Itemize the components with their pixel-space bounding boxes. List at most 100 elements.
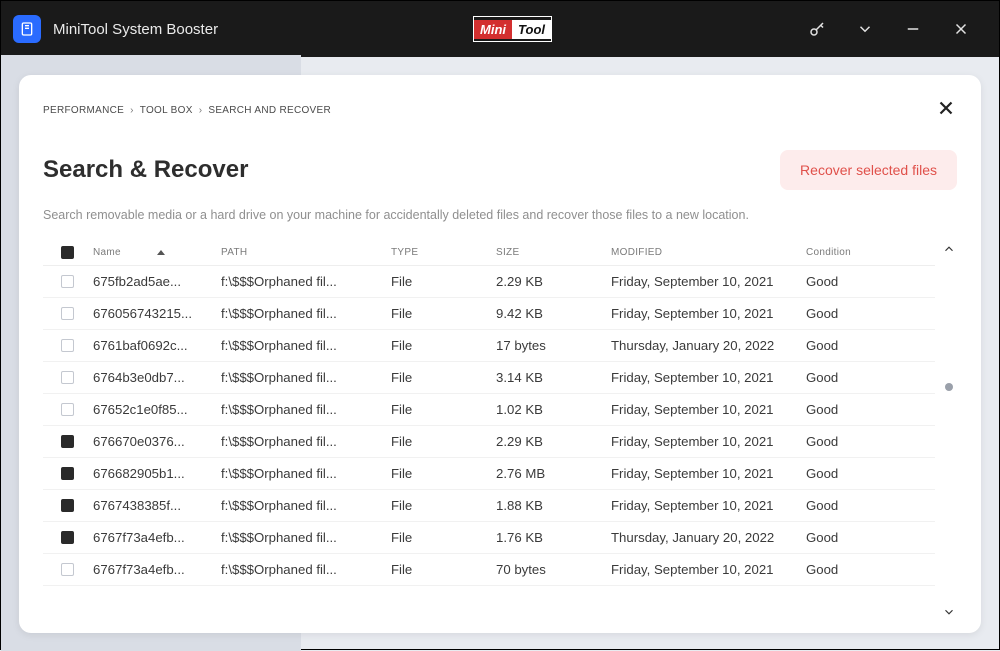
cell-condition: Good xyxy=(806,530,916,545)
cell-modified: Friday, September 10, 2021 xyxy=(611,370,806,385)
table-row[interactable]: 67652c1e0f85...f:\$$$Orphaned fil...File… xyxy=(43,394,935,426)
cell-name: 6767f73a4efb... xyxy=(91,562,221,577)
brand-left: Mini xyxy=(474,20,512,39)
stage: PERFORMANCE › TOOL BOX › SEARCH AND RECO… xyxy=(1,57,999,651)
cell-type: File xyxy=(391,402,496,417)
cell-type: File xyxy=(391,562,496,577)
row-checkbox[interactable] xyxy=(61,371,74,384)
col-path[interactable]: PATH xyxy=(221,247,391,258)
col-type[interactable]: TYPE xyxy=(391,247,496,258)
sort-asc-icon xyxy=(157,250,165,255)
col-condition[interactable]: Condition xyxy=(806,247,916,258)
cell-condition: Good xyxy=(806,434,916,449)
breadcrumb: PERFORMANCE › TOOL BOX › SEARCH AND RECO… xyxy=(43,105,331,116)
page-description: Search removable media or a hard drive o… xyxy=(43,208,957,222)
col-modified[interactable]: MODIFIED xyxy=(611,247,806,258)
cell-name: 676056743215... xyxy=(91,306,221,321)
cell-name: 6761baf0692c... xyxy=(91,338,221,353)
file-table: Name PATH TYPE SIZE MODIFIED Condition 6… xyxy=(43,240,935,621)
table-scrollbar[interactable] xyxy=(935,240,957,621)
titlebar-center: Mini Tool xyxy=(230,16,795,42)
titlebar: MiniTool System Booster Mini Tool xyxy=(1,1,999,57)
cell-size: 1.02 KB xyxy=(496,402,611,417)
cell-size: 3.14 KB xyxy=(496,370,611,385)
cell-name: 676670e0376... xyxy=(91,434,221,449)
table-row[interactable]: 6761baf0692c...f:\$$$Orphaned fil...File… xyxy=(43,330,935,362)
cell-size: 70 bytes xyxy=(496,562,611,577)
close-icon[interactable] xyxy=(951,19,971,39)
cell-condition: Good xyxy=(806,498,916,513)
cell-condition: Good xyxy=(806,562,916,577)
cell-path: f:\$$$Orphaned fil... xyxy=(221,274,391,289)
cell-path: f:\$$$Orphaned fil... xyxy=(221,338,391,353)
scroll-up-icon[interactable] xyxy=(942,242,956,256)
brand-badge: Mini Tool xyxy=(473,16,552,42)
breadcrumb-sep: › xyxy=(130,105,134,116)
cell-path: f:\$$$Orphaned fil... xyxy=(221,402,391,417)
cell-condition: Good xyxy=(806,466,916,481)
cell-name: 675fb2ad5ae... xyxy=(91,274,221,289)
cell-path: f:\$$$Orphaned fil... xyxy=(221,466,391,481)
minimize-icon[interactable] xyxy=(903,19,923,39)
cell-modified: Friday, September 10, 2021 xyxy=(611,274,806,289)
cell-condition: Good xyxy=(806,274,916,289)
select-all-checkbox[interactable] xyxy=(61,246,74,259)
col-size[interactable]: SIZE xyxy=(496,247,611,258)
cell-type: File xyxy=(391,434,496,449)
cell-size: 1.76 KB xyxy=(496,530,611,545)
row-checkbox[interactable] xyxy=(61,275,74,288)
cell-condition: Good xyxy=(806,338,916,353)
cell-size: 9.42 KB xyxy=(496,306,611,321)
app-title: MiniTool System Booster xyxy=(53,21,218,38)
cell-type: File xyxy=(391,498,496,513)
table-row[interactable]: 675fb2ad5ae...f:\$$$Orphaned fil...File2… xyxy=(43,266,935,298)
row-checkbox[interactable] xyxy=(61,499,74,512)
cell-name: 6764b3e0db7... xyxy=(91,370,221,385)
cell-size: 2.29 KB xyxy=(496,274,611,289)
key-icon[interactable] xyxy=(807,19,827,39)
cell-type: File xyxy=(391,306,496,321)
row-checkbox[interactable] xyxy=(61,403,74,416)
row-checkbox[interactable] xyxy=(61,307,74,320)
panel-card: PERFORMANCE › TOOL BOX › SEARCH AND RECO… xyxy=(19,75,981,633)
cell-modified: Friday, September 10, 2021 xyxy=(611,306,806,321)
scroll-thumb[interactable] xyxy=(945,383,953,391)
chevron-down-icon[interactable] xyxy=(855,19,875,39)
table-row[interactable]: 676682905b1...f:\$$$Orphaned fil...File2… xyxy=(43,458,935,490)
table-row[interactable]: 6767f73a4efb...f:\$$$Orphaned fil...File… xyxy=(43,522,935,554)
cell-type: File xyxy=(391,466,496,481)
row-checkbox[interactable] xyxy=(61,531,74,544)
breadcrumb-performance[interactable]: PERFORMANCE xyxy=(43,105,124,116)
cell-path: f:\$$$Orphaned fil... xyxy=(221,498,391,513)
recover-selected-button[interactable]: Recover selected files xyxy=(780,150,957,190)
cell-modified: Friday, September 10, 2021 xyxy=(611,434,806,449)
cell-modified: Thursday, January 20, 2022 xyxy=(611,530,806,545)
cell-size: 2.29 KB xyxy=(496,434,611,449)
cell-modified: Thursday, January 20, 2022 xyxy=(611,338,806,353)
row-checkbox[interactable] xyxy=(61,435,74,448)
cell-type: File xyxy=(391,338,496,353)
cell-size: 1.88 KB xyxy=(496,498,611,513)
table-row[interactable]: 6764b3e0db7...f:\$$$Orphaned fil...File3… xyxy=(43,362,935,394)
row-checkbox[interactable] xyxy=(61,339,74,352)
table-row[interactable]: 676056743215...f:\$$$Orphaned fil...File… xyxy=(43,298,935,330)
page-title: Search & Recover xyxy=(43,156,248,184)
scroll-down-icon[interactable] xyxy=(942,605,956,619)
table-row[interactable]: 676670e0376...f:\$$$Orphaned fil...File2… xyxy=(43,426,935,458)
cell-name: 6767f73a4efb... xyxy=(91,530,221,545)
scroll-track[interactable] xyxy=(947,262,951,599)
cell-size: 2.76 MB xyxy=(496,466,611,481)
breadcrumb-toolbox[interactable]: TOOL BOX xyxy=(140,105,193,116)
panel-close-icon[interactable] xyxy=(935,97,957,124)
cell-type: File xyxy=(391,274,496,289)
cell-path: f:\$$$Orphaned fil... xyxy=(221,306,391,321)
col-name[interactable]: Name xyxy=(91,247,221,258)
titlebar-controls xyxy=(807,19,983,39)
table-row[interactable]: 6767f73a4efb...f:\$$$Orphaned fil...File… xyxy=(43,554,935,586)
breadcrumb-search-recover[interactable]: SEARCH AND RECOVER xyxy=(208,105,331,116)
cell-name: 676682905b1... xyxy=(91,466,221,481)
row-checkbox[interactable] xyxy=(61,563,74,576)
row-checkbox[interactable] xyxy=(61,467,74,480)
cell-path: f:\$$$Orphaned fil... xyxy=(221,434,391,449)
table-row[interactable]: 6767438385f...f:\$$$Orphaned fil...File1… xyxy=(43,490,935,522)
